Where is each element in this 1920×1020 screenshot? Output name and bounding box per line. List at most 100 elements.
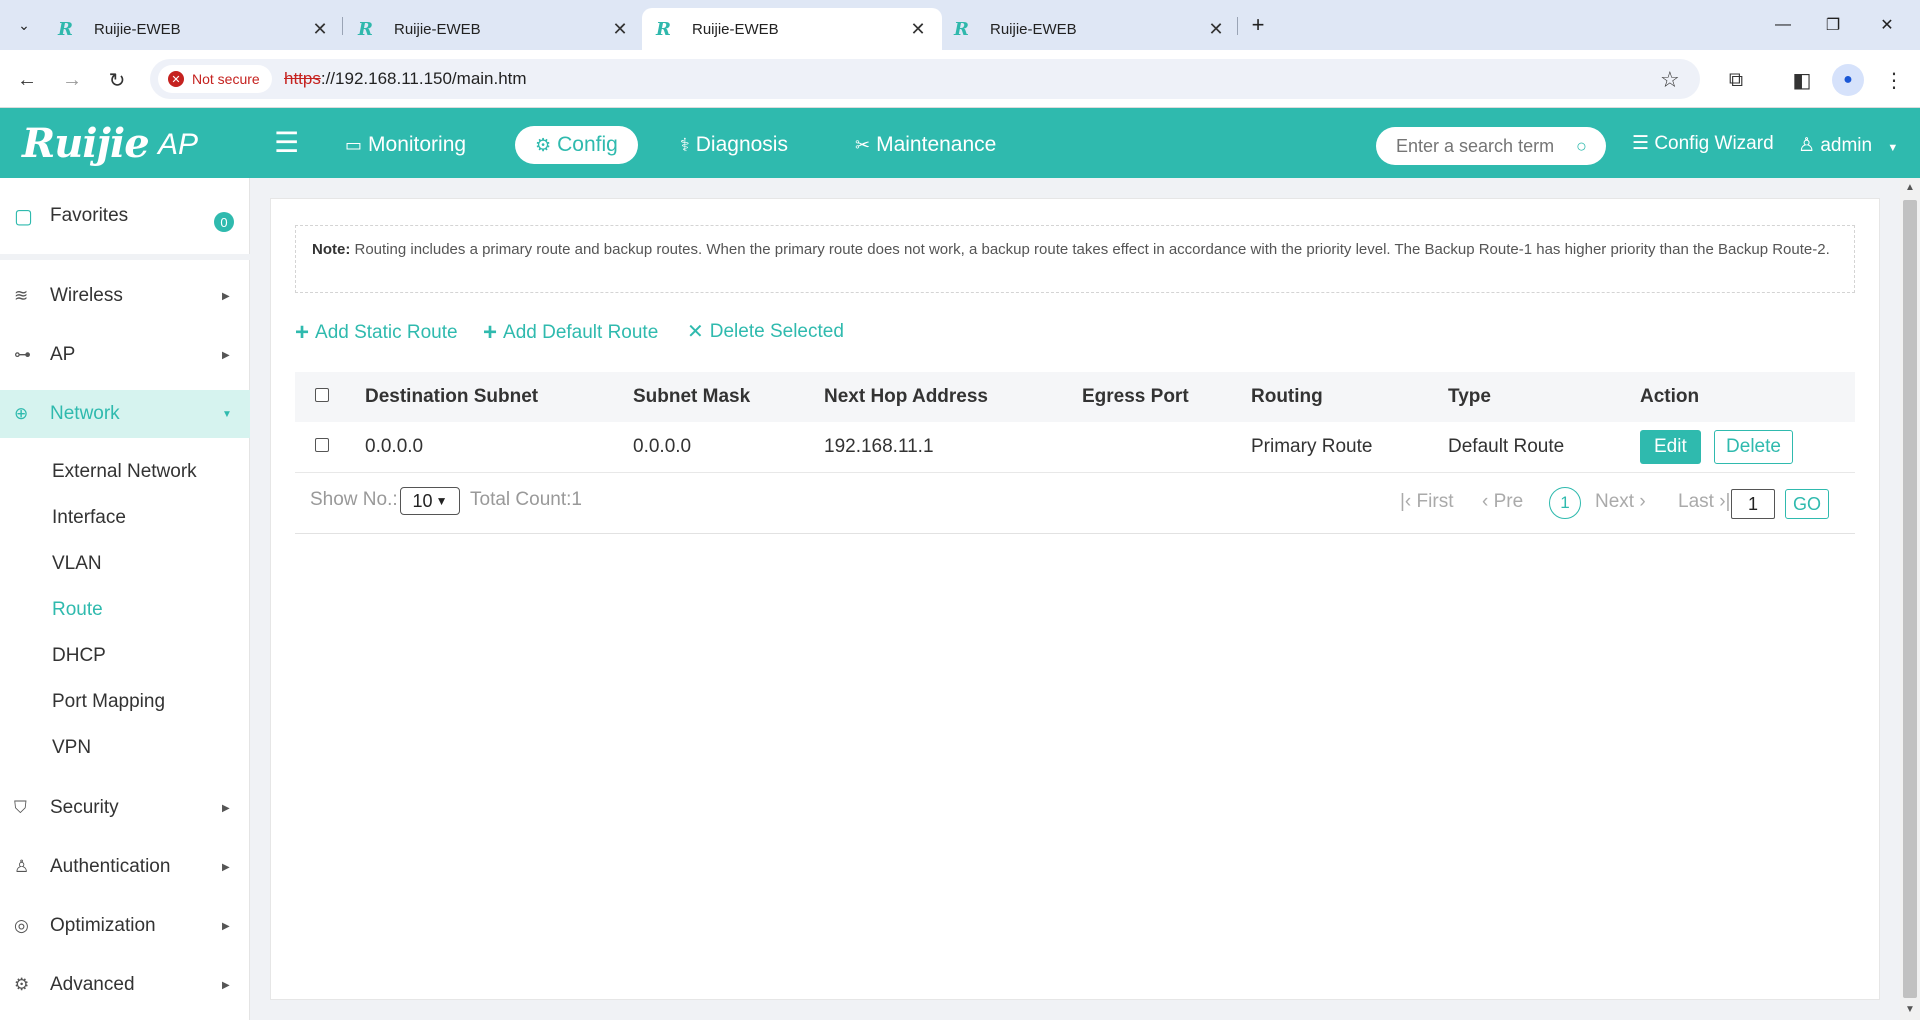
table-row: 0.0.0.0 0.0.0.0 192.168.11.1 Primary Rou…	[295, 422, 1855, 473]
new-tab-plus-icon[interactable]: +	[1244, 11, 1272, 39]
restore-icon[interactable]: ❐	[1810, 10, 1856, 40]
sidebar-item-label: Authentication	[50, 856, 171, 877]
url-text[interactable]: https://192.168.11.150/main.htm	[284, 69, 527, 89]
extensions-puzzle-icon[interactable]: ⧉	[1720, 64, 1752, 96]
tab-title: Ruijie-EWEB	[692, 20, 779, 38]
config-wizard-link[interactable]: ☰ Config Wizard	[1632, 132, 1774, 155]
sidebar-item-ap[interactable]: ⊶ AP ▶	[0, 331, 250, 379]
close-window-icon[interactable]: ✕	[1864, 10, 1910, 40]
last-page-icon: ›|	[1713, 491, 1731, 512]
close-icon: ✕	[687, 321, 704, 343]
nav-maintenance[interactable]: ✂ Maintenance	[835, 126, 1016, 164]
edit-button[interactable]: Edit	[1640, 429, 1701, 464]
shield-icon: ⛉	[14, 798, 27, 817]
browser-tab-4[interactable]: R Ruijie-EWEB ✕	[940, 8, 1240, 50]
nav-label: Maintenance	[876, 133, 997, 156]
caret-right-icon: ▶	[222, 349, 230, 361]
sidebar-subitem-port-mapping[interactable]: Port Mapping	[52, 691, 165, 713]
sidebar-item-advanced[interactable]: ⚙ Advanced ▶	[0, 961, 250, 1009]
forward-arrow-icon[interactable]: →	[57, 65, 87, 95]
browser-tab-2[interactable]: R Ruijie-EWEB ✕	[344, 8, 644, 50]
browser-tab-1[interactable]: R Ruijie-EWEB ✕	[44, 8, 344, 50]
sidebar-item-favorites[interactable]: ▢ Favorites	[0, 178, 250, 260]
sidebar-item-label: Optimization	[50, 915, 156, 936]
add-default-route-button[interactable]: + Add Default Route	[483, 319, 658, 347]
chevron-left-icon: ‹	[1482, 491, 1494, 512]
caret-right-icon: ▶	[222, 802, 230, 814]
bookmark-star-icon[interactable]: ☆	[1660, 67, 1680, 93]
col-egress-port: Egress Port	[1082, 372, 1251, 422]
tab-close-icon[interactable]: ✕	[908, 19, 928, 40]
url-scheme: https	[284, 69, 321, 88]
cell-routing: Primary Route	[1251, 422, 1448, 473]
select-all-checkbox[interactable]	[315, 388, 329, 402]
go-button[interactable]: GO	[1785, 489, 1829, 519]
tab-search-chevron-down-icon[interactable]: ⌄	[10, 11, 38, 39]
ap-icon: ⊶	[14, 345, 31, 364]
sidebar-item-security[interactable]: ⛉ Security ▶	[0, 784, 250, 832]
sidebar-subitem-route[interactable]: Route	[52, 599, 103, 621]
prev-page-button[interactable]: ‹ Pre	[1482, 491, 1523, 513]
row-checkbox[interactable]	[315, 437, 329, 452]
sidebar: ▢ Favorites 0 ≋ Wireless ▶ ⊶ AP ▶ ⊕ Netw…	[0, 178, 250, 1020]
add-static-route-button[interactable]: + Add Static Route	[295, 319, 458, 347]
sidebar-item-authentication[interactable]: ♙ Authentication ▶	[0, 843, 250, 891]
scroll-thumb[interactable]	[1903, 200, 1917, 998]
goto-page-input[interactable]: 1	[1731, 489, 1775, 519]
cell-next-hop: 192.168.11.1	[824, 422, 1082, 473]
page-scrollbar[interactable]: ▲ ▼	[1900, 178, 1920, 1020]
nav-config[interactable]: ⚙ Config	[515, 126, 638, 164]
back-arrow-icon[interactable]: ←	[12, 65, 42, 95]
select-all-cell	[295, 372, 365, 422]
settings-icon: ⚙	[14, 975, 30, 994]
user-menu[interactable]: ♙ admin ▼	[1798, 134, 1898, 157]
sidebar-item-label: Advanced	[50, 974, 135, 995]
cell-type: Default Route	[1448, 422, 1640, 473]
first-page-button[interactable]: |‹ First	[1400, 491, 1453, 513]
reload-icon[interactable]: ↻	[102, 65, 132, 95]
menu-collapse-icon[interactable]: ☰	[274, 126, 299, 159]
tab-close-icon[interactable]: ✕	[610, 19, 630, 40]
tools-icon: ✂	[855, 134, 871, 155]
nav-diagnosis[interactable]: ⚕ Diagnosis	[660, 126, 808, 164]
sidebar-subitem-vlan[interactable]: VLAN	[52, 553, 102, 575]
scroll-down-icon[interactable]: ▼	[1905, 1004, 1915, 1015]
col-type: Type	[1448, 372, 1640, 422]
next-page-button[interactable]: Next ›	[1595, 491, 1646, 513]
sidebar-subitem-interface[interactable]: Interface	[52, 507, 126, 529]
sidebar-subitem-dhcp[interactable]: DHCP	[52, 645, 106, 667]
caret-right-icon: ▶	[222, 290, 230, 302]
minimize-icon[interactable]: ―	[1760, 10, 1806, 40]
sidebar-item-network[interactable]: ⊕ Network ▼	[0, 390, 250, 438]
address-bar[interactable]: ✕ Not secure https://192.168.11.150/main…	[150, 59, 1700, 99]
tab-divider	[342, 17, 343, 35]
search-input[interactable]	[1396, 135, 1576, 157]
last-page-button[interactable]: Last ›|	[1678, 491, 1730, 513]
pre-label: Pre	[1493, 491, 1524, 512]
sidebar-subitem-external-network[interactable]: External Network	[52, 461, 197, 483]
product-label: AP	[158, 128, 199, 161]
tab-title: Ruijie-EWEB	[394, 20, 481, 38]
nav-monitoring[interactable]: ▭ Monitoring	[325, 126, 486, 164]
not-secure-chip[interactable]: ✕ Not secure	[158, 65, 272, 93]
browser-tab-3-active[interactable]: R Ruijie-EWEB ✕	[642, 8, 942, 50]
total-count: Total Count:1	[470, 489, 582, 510]
tab-close-icon[interactable]: ✕	[1206, 19, 1226, 40]
current-page-indicator[interactable]: 1	[1549, 487, 1581, 519]
page-size-select[interactable]: 10 ▼	[400, 487, 460, 515]
delete-selected-button[interactable]: ✕ Delete Selected	[687, 319, 844, 344]
favorites-folder-icon: ▢	[14, 205, 33, 228]
browser-menu-kebab-icon[interactable]: ⋮	[1878, 64, 1910, 96]
delete-button[interactable]: Delete	[1714, 429, 1793, 464]
sidebar-item-wireless[interactable]: ≋ Wireless ▶	[0, 272, 250, 320]
scroll-up-icon[interactable]: ▲	[1905, 182, 1915, 193]
sidebar-item-label: Network	[50, 403, 120, 424]
action-label: Delete Selected	[709, 320, 844, 342]
sidebar-subitem-vpn[interactable]: VPN	[52, 737, 91, 759]
side-panel-icon[interactable]: ◧	[1786, 64, 1818, 96]
sidebar-item-optimization[interactable]: ◎ Optimization ▶	[0, 902, 250, 950]
tab-close-icon[interactable]: ✕	[310, 19, 330, 40]
profile-avatar-icon[interactable]: ●	[1832, 64, 1864, 96]
search-icon[interactable]: ○	[1576, 136, 1587, 157]
col-routing: Routing	[1251, 372, 1448, 422]
